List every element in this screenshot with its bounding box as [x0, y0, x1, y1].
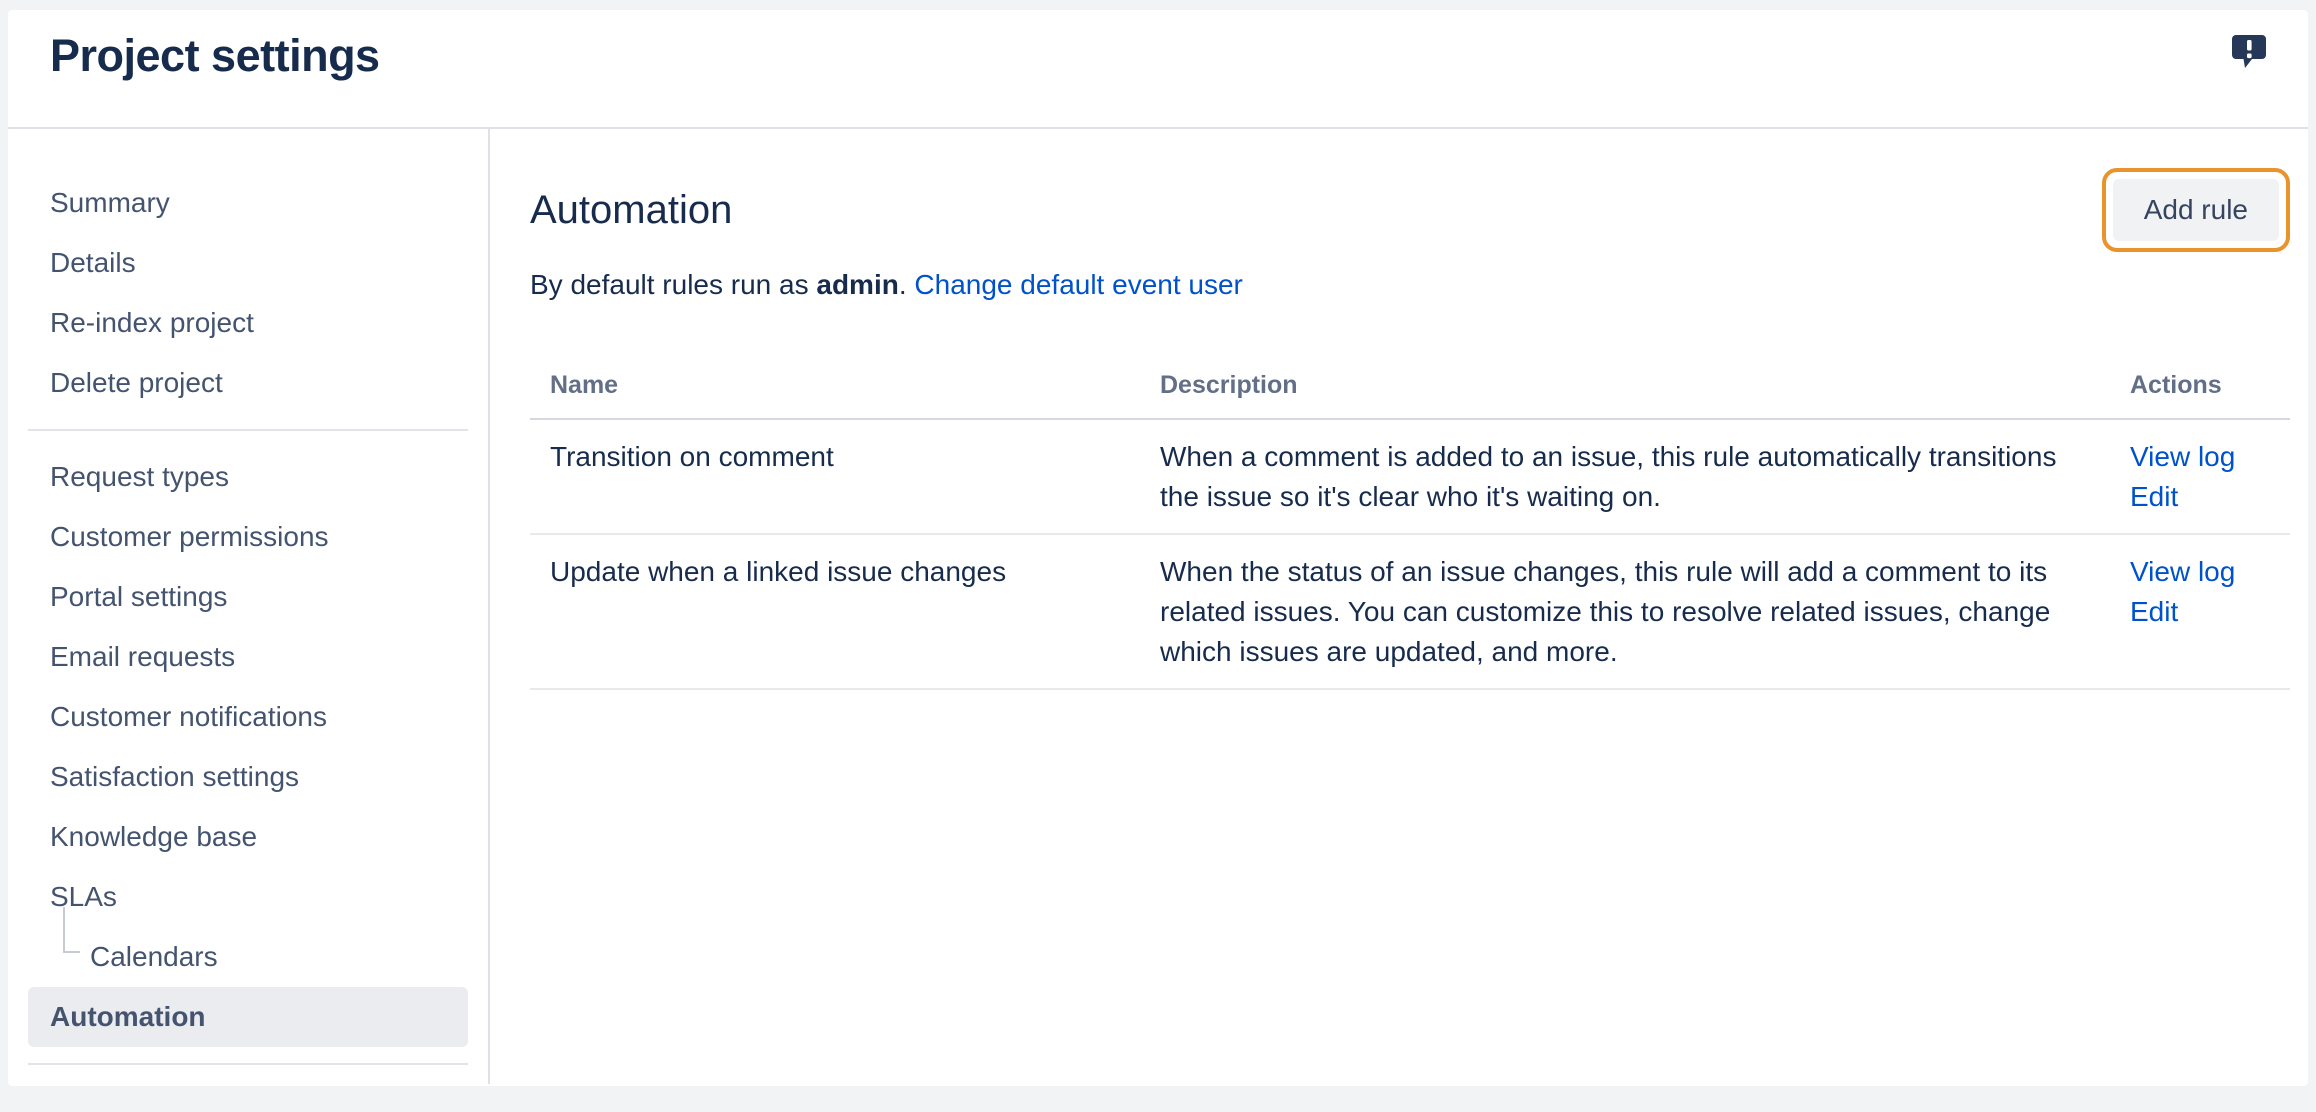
sidebar-item-portal-settings[interactable]: Portal settings [8, 567, 488, 627]
feedback-icon[interactable] [2230, 32, 2268, 70]
main-head: Automation Add rule [530, 165, 2290, 255]
main-content: Automation Add rule By default rules run… [490, 129, 2308, 1084]
sidebar-item-label: Portal settings [50, 581, 227, 613]
rule-actions: View log Edit [2130, 535, 2290, 688]
sidebar-item-label: Customer notifications [50, 701, 327, 733]
sidebar-item-label: Automation [50, 1001, 206, 1033]
intro-suffix: . [899, 269, 907, 300]
add-rule-button[interactable]: Add rule [2113, 179, 2279, 241]
column-header-description: Description [1160, 359, 2130, 418]
sidebar-item-label: Summary [50, 187, 170, 219]
default-user-note: By default rules run as admin. Change de… [530, 265, 2290, 305]
sidebar-item-customer-permissions[interactable]: Customer permissions [8, 507, 488, 567]
section-title: Automation [530, 188, 732, 233]
view-log-link[interactable]: View log [2130, 437, 2290, 477]
rule-name: Transition on comment [530, 420, 1160, 533]
sidebar-item-details[interactable]: Details [8, 233, 488, 293]
column-header-name: Name [530, 359, 1160, 418]
view-log-link[interactable]: View log [2130, 552, 2290, 592]
project-settings-page: { "header": { "title": "Project settings… [0, 10, 2316, 1112]
sidebar-item-knowledge-base[interactable]: Knowledge base [8, 807, 488, 867]
rule-name: Update when a linked issue changes [530, 535, 1160, 688]
sidebar-divider [28, 429, 468, 431]
sidebar-item-email-requests[interactable]: Email requests [8, 627, 488, 687]
sidebar-item-satisfaction-settings[interactable]: Satisfaction settings [8, 747, 488, 807]
sidebar-item-label: Customer permissions [50, 521, 329, 553]
sidebar-item-label: Satisfaction settings [50, 761, 299, 793]
page-title: Project settings [8, 10, 2308, 82]
sidebar-item-automation[interactable]: Automation [28, 987, 468, 1047]
body-wrap: Summary Details Re-index project Delete … [8, 129, 2308, 1084]
rule-description: When the status of an issue changes, thi… [1160, 535, 2130, 688]
automation-rules-table: Name Description Actions Transition on c… [530, 359, 2290, 690]
sidebar-item-label: Delete project [50, 367, 223, 399]
sidebar-item-label: Email requests [50, 641, 235, 673]
sidebar-item-label: Knowledge base [50, 821, 257, 853]
sidebar-item-label: Calendars [90, 941, 218, 973]
sidebar-item-label: Request types [50, 461, 229, 493]
sidebar-item-label: Details [50, 247, 136, 279]
intro-prefix: By default rules run as [530, 269, 816, 300]
sidebar-item-request-types[interactable]: Request types [8, 447, 488, 507]
sidebar-item-label: Re-index project [50, 307, 254, 339]
rule-actions: View log Edit [2130, 420, 2290, 533]
edit-link[interactable]: Edit [2130, 592, 2290, 632]
sidebar-item-slas[interactable]: SLAs [8, 867, 488, 927]
sidebar-item-summary[interactable]: Summary [8, 173, 488, 233]
tree-connector-icon [63, 907, 80, 953]
sidebar-divider [28, 1063, 468, 1065]
table-header-row: Name Description Actions [530, 359, 2290, 420]
sidebar-item-label: SLAs [50, 881, 117, 913]
sidebar-item-delete-project[interactable]: Delete project [8, 353, 488, 413]
rule-description: When a comment is added to an issue, thi… [1160, 420, 2130, 533]
table-row: Update when a linked issue changes When … [530, 535, 2290, 690]
edit-link[interactable]: Edit [2130, 477, 2290, 517]
page-header: Project settings [8, 10, 2308, 129]
add-rule-focus-ring: Add rule [2102, 168, 2290, 252]
sidebar-item-reindex-project[interactable]: Re-index project [8, 293, 488, 353]
change-default-event-user-link[interactable]: Change default event user [914, 269, 1242, 300]
column-header-actions: Actions [2130, 359, 2290, 418]
sidebar-item-customer-notifications[interactable]: Customer notifications [8, 687, 488, 747]
settings-card: Project settings Summary Details Re-inde… [8, 10, 2308, 1086]
sidebar: Summary Details Re-index project Delete … [8, 129, 490, 1084]
sidebar-item-calendars[interactable]: Calendars [8, 927, 488, 987]
default-user-name: admin [816, 269, 898, 300]
table-row: Transition on comment When a comment is … [530, 420, 2290, 535]
